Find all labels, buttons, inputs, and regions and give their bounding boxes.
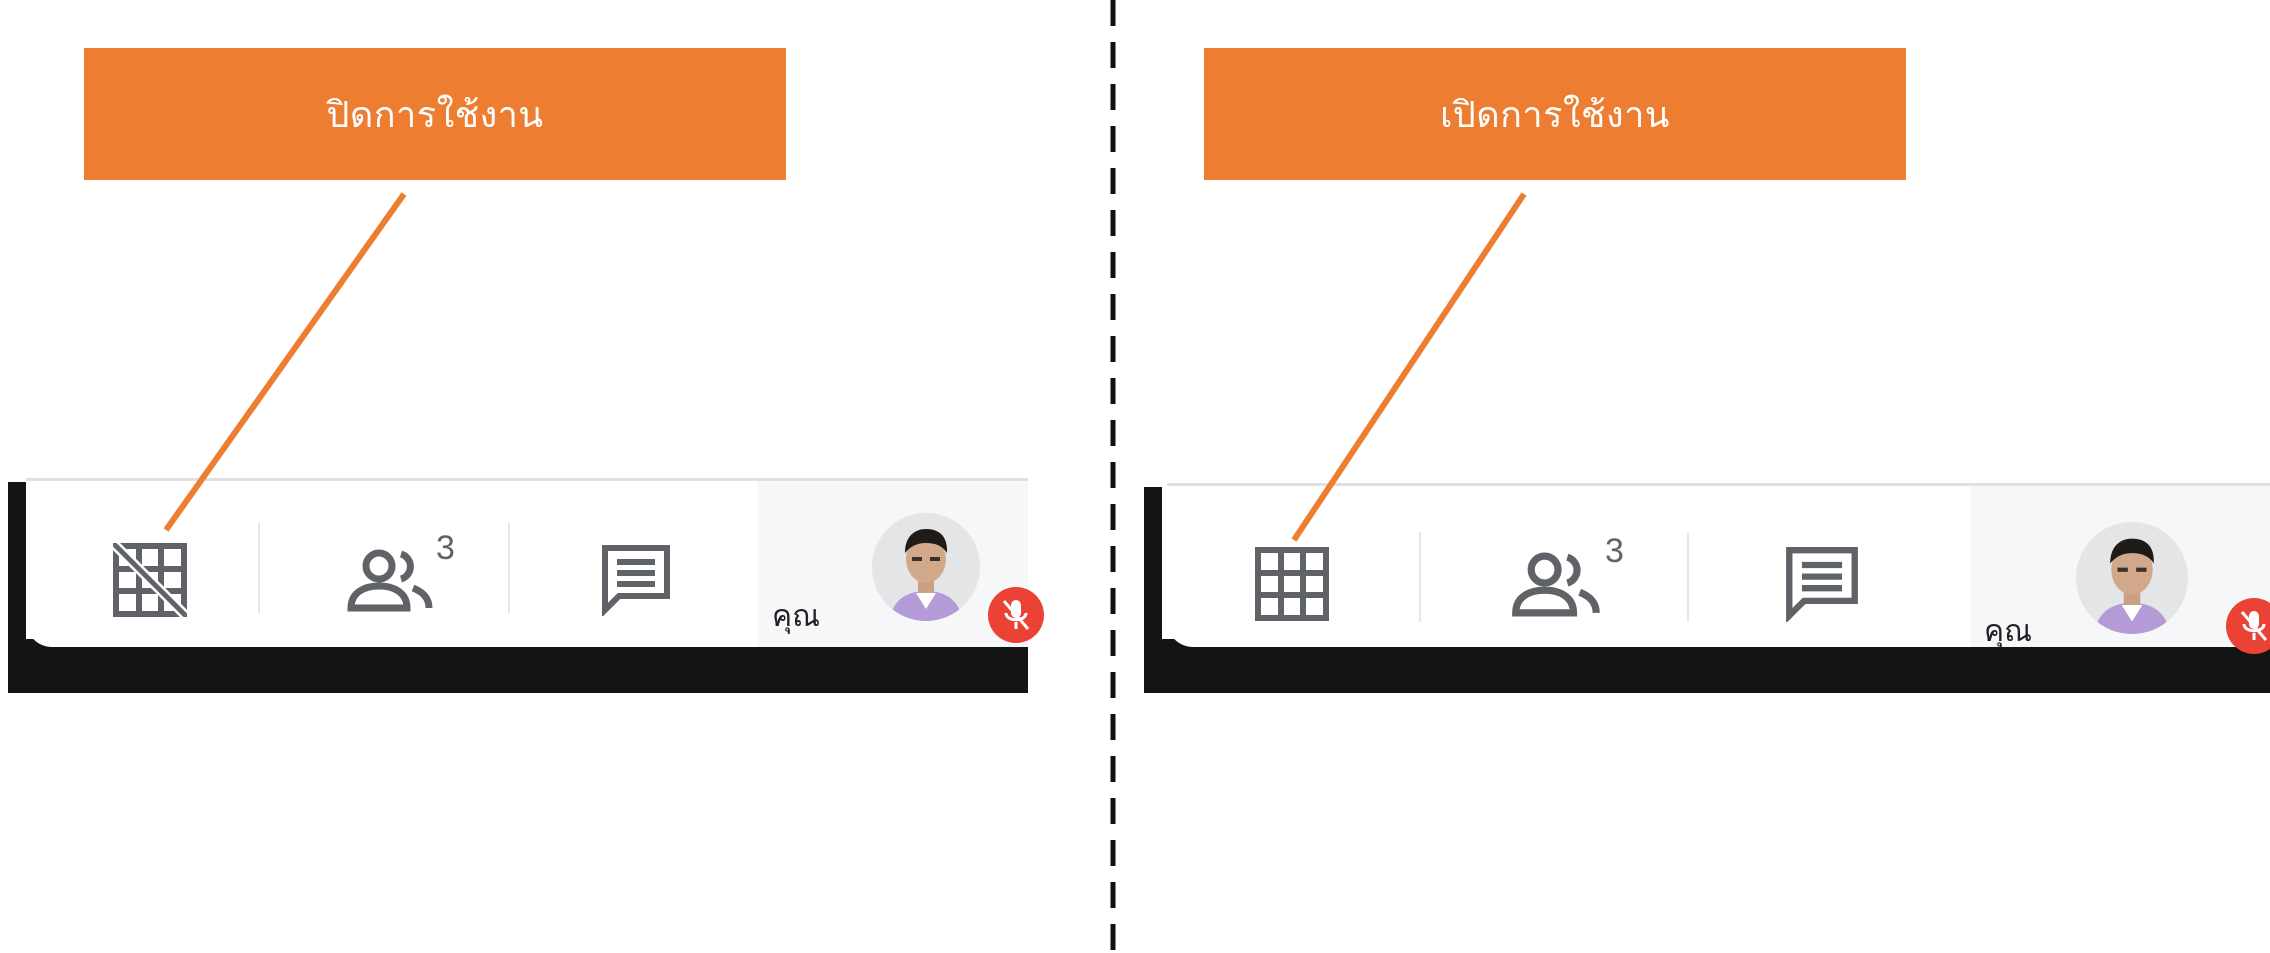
grid-icon (1255, 547, 1329, 621)
avatar (2076, 522, 2188, 634)
participants-button[interactable]: 3 (326, 525, 456, 635)
avatar (872, 513, 980, 621)
meeting-toolbar: 3 คุณ (1144, 483, 2270, 693)
callout-disabled: ปิดการใช้งาน (84, 48, 786, 180)
toolbar-divider (1419, 532, 1421, 622)
self-video-tile[interactable]: คุณ (1970, 486, 2270, 654)
chat-button[interactable] (576, 525, 696, 635)
meeting-toolbar: 3 คุณ (8, 478, 1044, 693)
callout-disabled-label: ปิดการใช้งาน (326, 94, 544, 136)
self-video-tile[interactable]: คุณ (758, 481, 1044, 647)
chat-icon (602, 545, 670, 616)
participants-button[interactable]: 3 (1487, 526, 1627, 642)
toolbar-surface: 3 คุณ (26, 478, 1044, 647)
dashed-separator (1110, 0, 1116, 953)
toolbar-divider (258, 523, 260, 613)
grid-off-icon (113, 543, 187, 617)
mic-status-badge (988, 587, 1044, 643)
callout-enabled: เปิดการใช้งาน (1204, 48, 1906, 180)
grid-layout-off-button[interactable] (90, 525, 210, 635)
mic-off-icon (1002, 600, 1030, 630)
toolbar-shadow (1144, 639, 2270, 693)
mic-off-icon (2240, 611, 2268, 641)
callout-enabled-label: เปิดการใช้งาน (1440, 94, 1670, 136)
participant-count: 3 (436, 529, 455, 567)
self-name-label: คุณ (1984, 614, 2032, 649)
toolbar-edge (1144, 487, 1162, 663)
panel-enabled: เปิดการใช้งาน 3 คุณ (1130, 0, 2270, 953)
toolbar-divider (508, 523, 510, 613)
grid-layout-button[interactable] (1229, 526, 1355, 642)
panel-disabled: ปิดการใช้งาน 3 คุณ (0, 0, 1110, 953)
avatar-photo (872, 513, 980, 621)
toolbar-shadow (8, 639, 1028, 693)
toolbar-divider (1687, 532, 1689, 622)
toolbar-surface: 3 คุณ (1167, 483, 2270, 654)
people-icon (1512, 552, 1600, 617)
toolbar-edge (8, 482, 26, 663)
self-name-label: คุณ (772, 599, 820, 634)
chat-icon (1786, 547, 1858, 622)
chat-button[interactable] (1757, 526, 1887, 642)
people-icon (347, 549, 433, 612)
avatar-photo (2076, 522, 2188, 634)
mic-status-badge (2226, 598, 2270, 654)
participant-count: 3 (1605, 532, 1624, 570)
